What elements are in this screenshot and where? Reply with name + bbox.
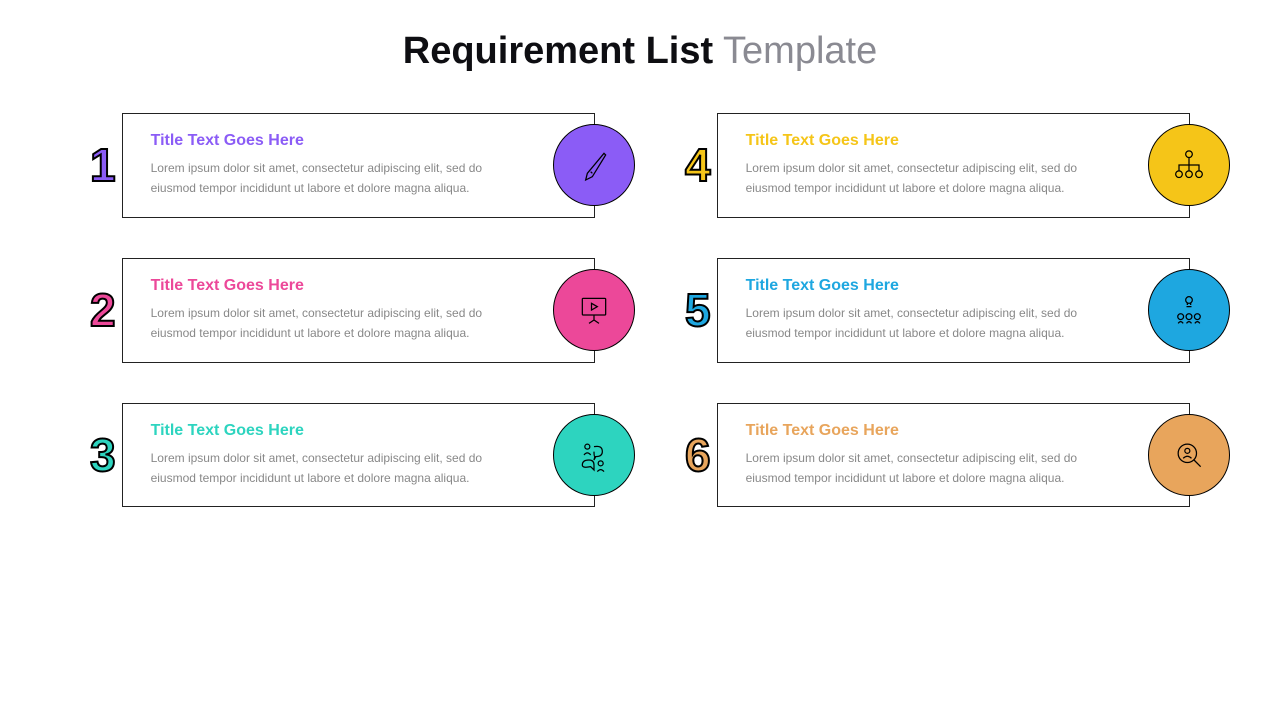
list-item: 3 Title Text Goes Here Lorem ipsum dolor s… bbox=[90, 403, 595, 508]
item-title: Title Text Goes Here bbox=[746, 277, 1119, 295]
item-title: Title Text Goes Here bbox=[151, 132, 524, 150]
page-title: Requirement List Template bbox=[60, 30, 1220, 73]
item-title: Title Text Goes Here bbox=[746, 132, 1119, 150]
items-grid: 1 Title Text Goes Here Lorem ipsum dolor s… bbox=[60, 113, 1220, 507]
board-icon bbox=[553, 269, 635, 351]
item-card: Title Text Goes Here Lorem ipsum dolor si… bbox=[717, 113, 1190, 218]
item-title: Title Text Goes Here bbox=[151, 422, 524, 440]
pen-icon bbox=[553, 124, 635, 206]
item-body: Lorem ipsum dolor sit amet, consectetur … bbox=[151, 448, 524, 489]
item-number: 5 bbox=[685, 287, 709, 333]
item-card: Title Text Goes Here Lorem ipsum dolor si… bbox=[717, 403, 1190, 508]
title-light: Template bbox=[713, 30, 877, 72]
item-number: 6 bbox=[685, 432, 709, 478]
list-item: 1 Title Text Goes Here Lorem ipsum dolor s… bbox=[90, 113, 595, 218]
item-body: Lorem ipsum dolor sit amet, consectetur … bbox=[746, 158, 1119, 199]
item-body: Lorem ipsum dolor sit amet, consectetur … bbox=[746, 303, 1119, 344]
list-item: 6 Title Text Goes Here Lorem ipsum dolor s… bbox=[685, 403, 1190, 508]
item-number: 1 bbox=[90, 142, 114, 188]
chat-icon bbox=[553, 414, 635, 496]
slide: Requirement List Template 1Title Text Go… bbox=[0, 0, 1280, 720]
item-number: 2 bbox=[90, 287, 114, 333]
org-icon bbox=[1148, 124, 1230, 206]
item-title: Title Text Goes Here bbox=[746, 422, 1119, 440]
item-card: Title Text Goes Here Lorem ipsum dolor si… bbox=[122, 403, 595, 508]
idea-icon bbox=[1148, 269, 1230, 351]
list-item: 5 Title Text Goes Here Lorem ipsum dolor s… bbox=[685, 258, 1190, 363]
list-item: 2 Title Text Goes Here Lorem ipsum dolor s… bbox=[90, 258, 595, 363]
item-card: Title Text Goes Here Lorem ipsum dolor si… bbox=[122, 258, 595, 363]
title-bold: Requirement List bbox=[403, 30, 713, 72]
item-number: 3 bbox=[90, 432, 114, 478]
item-body: Lorem ipsum dolor sit amet, consectetur … bbox=[151, 303, 524, 344]
item-title: Title Text Goes Here bbox=[151, 277, 524, 295]
item-card: Title Text Goes Here Lorem ipsum dolor si… bbox=[122, 113, 595, 218]
item-card: Title Text Goes Here Lorem ipsum dolor si… bbox=[717, 258, 1190, 363]
list-item: 4 Title Text Goes Here Lorem ipsum dolor s… bbox=[685, 113, 1190, 218]
search-icon bbox=[1148, 414, 1230, 496]
item-body: Lorem ipsum dolor sit amet, consectetur … bbox=[746, 448, 1119, 489]
item-body: Lorem ipsum dolor sit amet, consectetur … bbox=[151, 158, 524, 199]
item-number: 4 bbox=[685, 142, 709, 188]
